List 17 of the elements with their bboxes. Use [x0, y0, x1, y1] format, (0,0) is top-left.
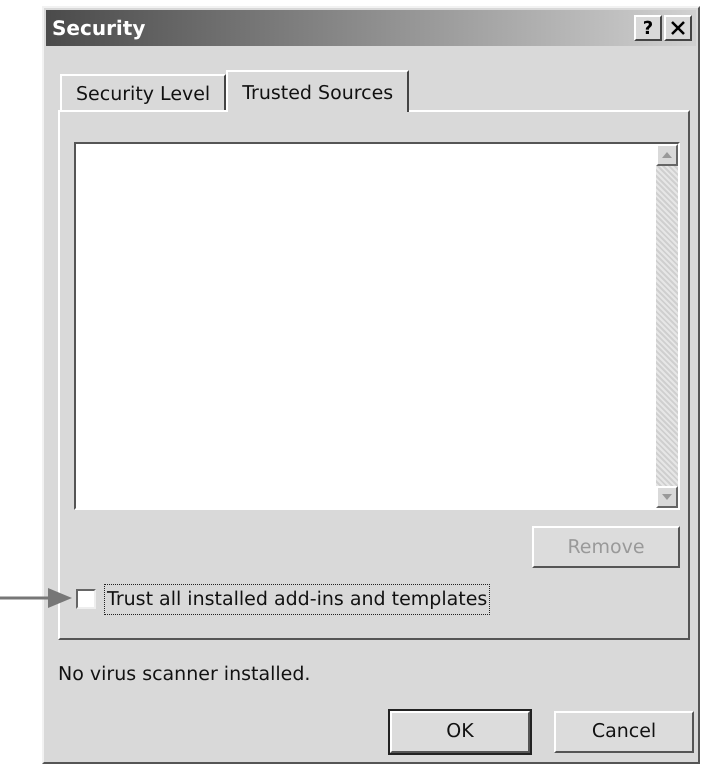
- close-button[interactable]: [664, 15, 692, 41]
- close-icon: [671, 21, 685, 35]
- dialog-button[interactable]: OK: [390, 710, 530, 752]
- arrow-icon: [0, 587, 72, 609]
- checkbox[interactable]: [76, 589, 96, 610]
- window-title: Security: [52, 15, 146, 42]
- scrollbar[interactable]: [656, 144, 678, 508]
- up-arrow-icon: [662, 152, 672, 158]
- tab[interactable]: Security Level: [60, 74, 226, 110]
- scroll-up-button[interactable]: [656, 144, 678, 166]
- scroll-down-button[interactable]: [656, 486, 678, 508]
- help-button[interactable]: ?: [634, 15, 662, 41]
- dialog-button[interactable]: Cancel: [554, 710, 694, 752]
- tab[interactable]: Trusted Sources: [226, 70, 410, 112]
- down-arrow-icon: [662, 494, 672, 500]
- status-text: No virus scanner installed.: [58, 662, 310, 687]
- checkbox-label[interactable]: Trust all installed add-ins and templates: [104, 584, 490, 614]
